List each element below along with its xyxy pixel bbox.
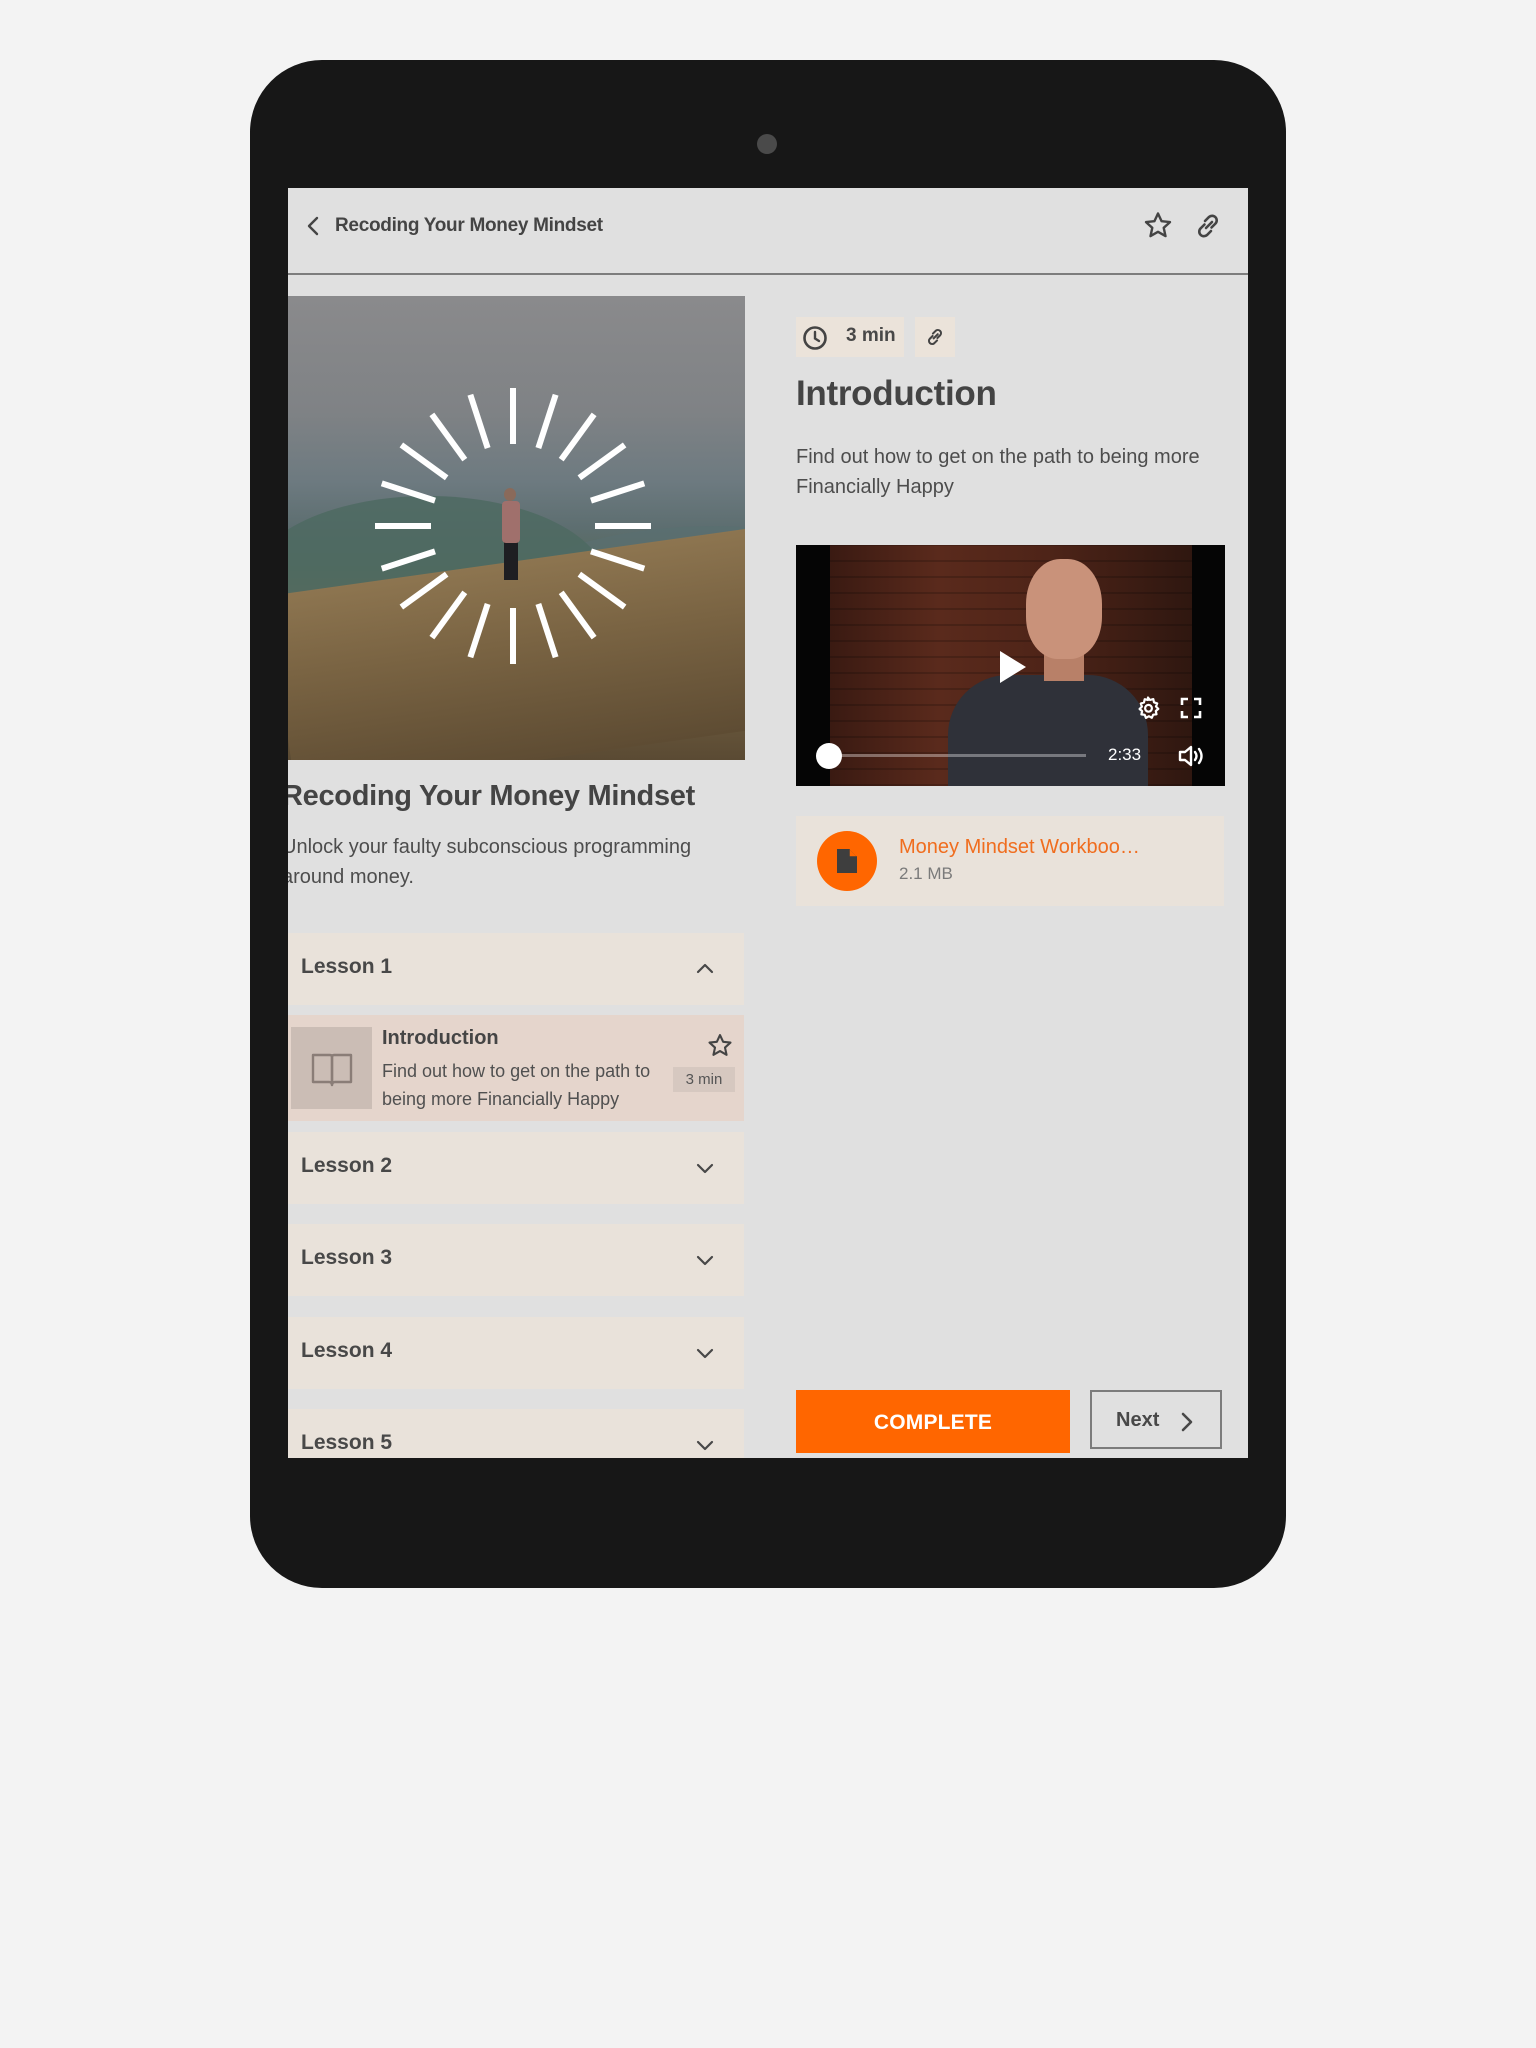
sunburst-ray bbox=[429, 590, 468, 640]
sunburst-ray bbox=[558, 412, 597, 462]
lesson-item-title: Introduction bbox=[382, 1027, 499, 1049]
share-link-icon[interactable] bbox=[1192, 210, 1224, 242]
attachment-size: 2.1 MB bbox=[899, 864, 953, 883]
lesson-header-4[interactable]: Lesson 4 bbox=[288, 1317, 744, 1389]
chevron-up-icon bbox=[696, 963, 714, 974]
volume-icon[interactable] bbox=[1178, 744, 1206, 768]
sunburst-ray bbox=[535, 603, 559, 659]
sunburst-ray bbox=[590, 480, 646, 504]
lesson-header-5[interactable]: Lesson 5 bbox=[288, 1409, 744, 1458]
settings-gear-icon[interactable] bbox=[1135, 695, 1161, 721]
lesson-header-2[interactable]: Lesson 2 bbox=[288, 1132, 744, 1204]
lesson-header-3[interactable]: Lesson 3 bbox=[288, 1224, 744, 1296]
play-icon[interactable] bbox=[1000, 651, 1026, 683]
link-icon bbox=[928, 328, 942, 346]
video-player[interactable]: 2:33 bbox=[796, 545, 1225, 786]
sunburst-ray bbox=[535, 393, 559, 449]
sunburst-ray bbox=[467, 393, 491, 449]
sunburst-ray bbox=[577, 571, 627, 610]
presenter-figure bbox=[1026, 559, 1102, 659]
chevron-down-icon bbox=[696, 1348, 714, 1359]
lesson-label: Lesson 5 bbox=[301, 1431, 393, 1454]
front-camera bbox=[757, 134, 777, 154]
sunburst-ray bbox=[558, 590, 597, 640]
attachment-name: Money Mindset Workboo… bbox=[899, 836, 1140, 858]
sunburst-ray bbox=[467, 603, 491, 659]
favorite-star-icon[interactable] bbox=[1142, 210, 1174, 242]
app-screen: Recoding Your Money Mindset Recoding You… bbox=[288, 188, 1248, 1458]
chevron-down-icon bbox=[696, 1255, 714, 1266]
clock-icon bbox=[803, 326, 827, 350]
video-scrubber-handle[interactable] bbox=[816, 743, 842, 769]
lesson-thumbnail bbox=[291, 1027, 372, 1109]
sunburst-ray bbox=[380, 548, 436, 572]
course-hero-image bbox=[288, 296, 745, 760]
sunburst-ray bbox=[380, 480, 436, 504]
duration-text: 3 min bbox=[846, 325, 896, 346]
video-progress-track[interactable] bbox=[826, 754, 1086, 757]
sunburst-ray bbox=[399, 442, 449, 481]
book-open-icon bbox=[311, 1053, 353, 1087]
document-icon bbox=[837, 849, 857, 873]
course-title: Recoding Your Money Mindset bbox=[288, 780, 695, 812]
chevron-right-icon bbox=[1181, 1412, 1193, 1432]
fullscreen-icon[interactable] bbox=[1180, 697, 1202, 719]
lesson-header-1[interactable]: Lesson 1 bbox=[288, 933, 744, 1005]
chevron-down-icon bbox=[696, 1440, 714, 1451]
lesson-title: Introduction bbox=[796, 374, 997, 413]
duration-chip: 3 min bbox=[796, 317, 904, 357]
duration-badge: 3 min bbox=[673, 1067, 735, 1092]
sunburst-ray bbox=[577, 442, 627, 481]
next-button[interactable]: Next bbox=[1090, 1390, 1222, 1449]
presenter-figure bbox=[948, 675, 1148, 786]
chevron-down-icon bbox=[696, 1163, 714, 1174]
chevron-left-icon[interactable] bbox=[302, 214, 326, 238]
sunburst-ray bbox=[590, 548, 646, 572]
lesson-label: Lesson 2 bbox=[301, 1154, 393, 1177]
lesson-description: Find out how to get on the path to being… bbox=[796, 446, 1200, 498]
attachment-workbook[interactable]: Money Mindset Workboo… 2.1 MB bbox=[796, 816, 1224, 906]
lesson-item-description: Find out how to get on the path to being… bbox=[382, 1061, 651, 1109]
course-description: Unlock your faulty subconscious programm… bbox=[288, 836, 692, 888]
lesson-label: Lesson 4 bbox=[301, 1339, 393, 1362]
star-outline-icon[interactable] bbox=[706, 1032, 734, 1060]
lesson-item-introduction[interactable]: Introduction Find out how to get on the … bbox=[288, 1015, 744, 1121]
sunburst-logo-icon bbox=[375, 388, 651, 664]
app-bar: Recoding Your Money Mindset bbox=[288, 188, 1248, 275]
sunburst-ray bbox=[429, 412, 468, 462]
attachment-icon-circle bbox=[817, 831, 877, 891]
video-time: 2:33 bbox=[1108, 745, 1142, 764]
sunburst-ray bbox=[399, 571, 449, 610]
copy-link-chip[interactable] bbox=[915, 317, 955, 357]
lesson-label: Lesson 1 bbox=[301, 955, 393, 978]
lesson-label: Lesson 3 bbox=[301, 1246, 393, 1269]
next-button-label: Next bbox=[1116, 1409, 1160, 1431]
app-bar-title: Recoding Your Money Mindset bbox=[335, 215, 603, 236]
complete-button[interactable]: COMPLETE bbox=[796, 1390, 1070, 1453]
